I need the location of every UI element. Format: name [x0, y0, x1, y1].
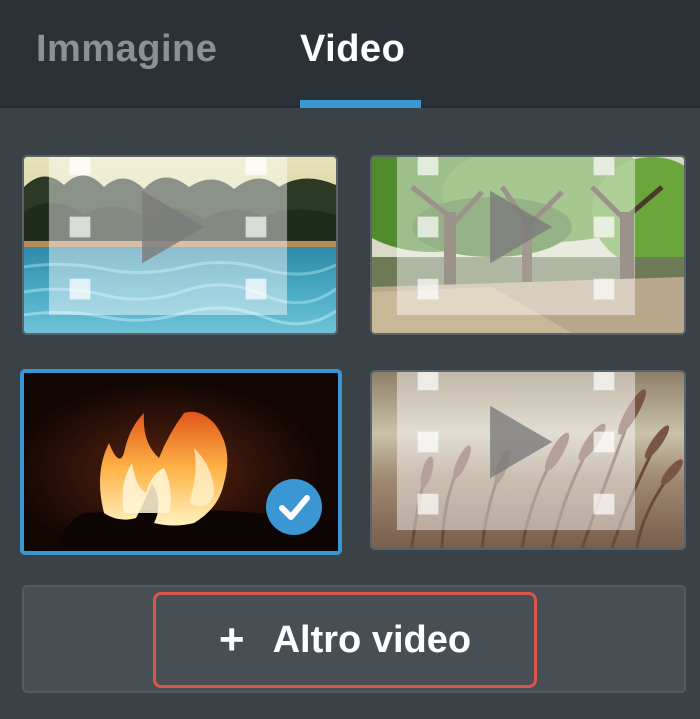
active-tab-indicator: [300, 100, 421, 108]
video-picker-panel: Immagine Video + Altro video: [0, 0, 700, 719]
tab-bar: Immagine Video: [0, 0, 700, 108]
video-thumbnail-fire[interactable]: [20, 369, 342, 555]
video-thumbnail-pool[interactable]: [22, 155, 338, 335]
tab-video[interactable]: Video: [300, 28, 405, 71]
more-videos-button[interactable]: + Altro video: [153, 592, 537, 688]
selected-checkmark-badge: [266, 479, 322, 535]
video-thumbnail-wheat[interactable]: [370, 370, 686, 550]
video-play-icon: [48, 157, 288, 315]
more-videos-label: Altro video: [272, 618, 472, 661]
video-play-icon: [396, 157, 636, 315]
checkmark-icon: [279, 495, 310, 520]
plus-icon: +: [218, 615, 245, 664]
video-thumbnail-park[interactable]: [370, 155, 686, 335]
video-play-icon: [396, 372, 636, 530]
tab-immagine[interactable]: Immagine: [36, 28, 217, 71]
